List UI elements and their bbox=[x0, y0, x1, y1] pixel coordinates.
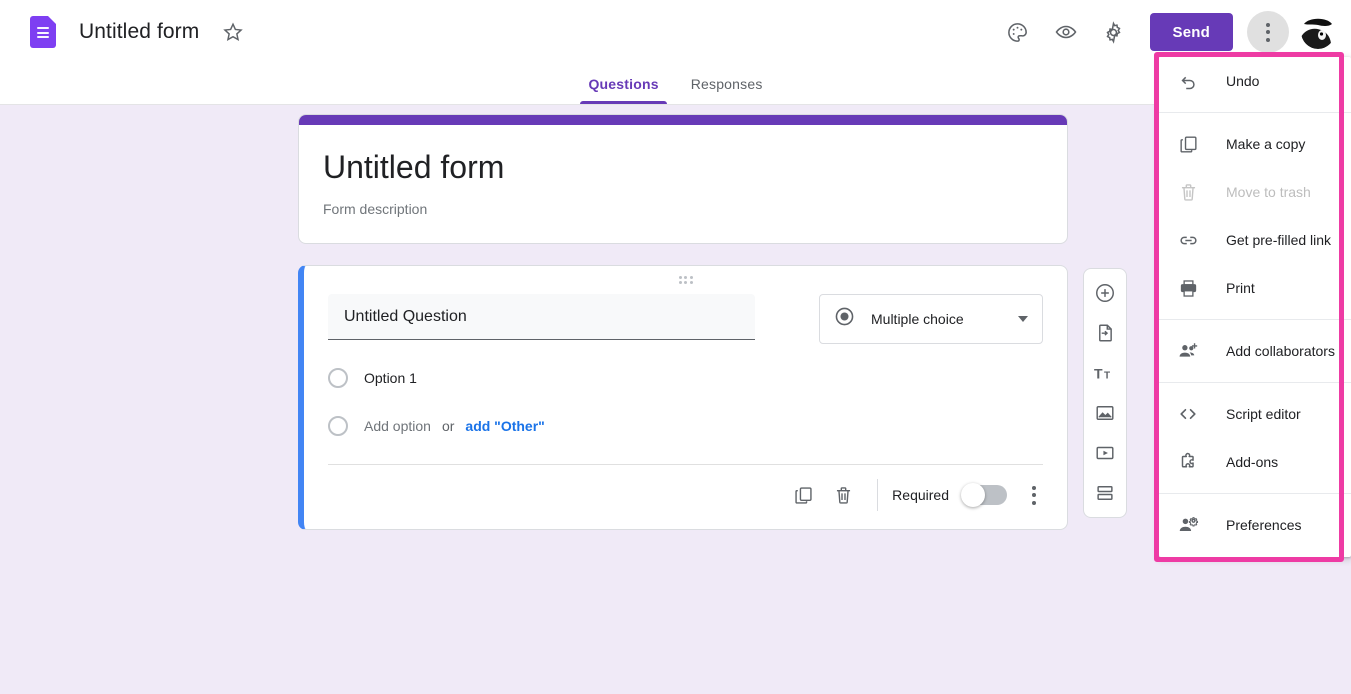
svg-text:T: T bbox=[1104, 371, 1110, 382]
menu-item-label: Add-ons bbox=[1226, 454, 1279, 470]
question-options: Option 1 Add option or add "Other" bbox=[304, 344, 1067, 450]
radio-outline-icon bbox=[328, 368, 348, 388]
menu-item-label: Get pre-filled link bbox=[1226, 232, 1332, 248]
add-option-label[interactable]: Add option bbox=[364, 418, 431, 434]
add-item-toolbar: T T bbox=[1083, 268, 1127, 518]
puzzle-piece-icon bbox=[1177, 451, 1199, 473]
question-type-label: Multiple choice bbox=[871, 311, 964, 327]
option-label[interactable]: Option 1 bbox=[364, 370, 417, 386]
required-label: Required bbox=[892, 487, 949, 503]
question-type-select[interactable]: Multiple choice bbox=[819, 294, 1043, 344]
code-brackets-icon bbox=[1177, 403, 1199, 425]
required-toggle[interactable] bbox=[961, 483, 1007, 507]
tab-questions[interactable]: Questions bbox=[572, 76, 674, 104]
tab-responses[interactable]: Responses bbox=[675, 76, 779, 104]
menu-item-preferences[interactable]: Preferences bbox=[1159, 501, 1351, 549]
radio-outline-icon bbox=[328, 416, 348, 436]
menu-item-print[interactable]: Print bbox=[1159, 264, 1351, 312]
add-question-icon[interactable] bbox=[1089, 277, 1121, 309]
question-overflow-menu-button[interactable] bbox=[1019, 485, 1049, 505]
add-option-row[interactable]: Add option or add "Other" bbox=[328, 402, 1043, 450]
chevron-down-icon bbox=[1018, 316, 1028, 322]
question-title-input[interactable]: Untitled Question bbox=[328, 294, 755, 340]
form-header-card: Untitled form Form description bbox=[298, 114, 1068, 244]
radio-selected-icon bbox=[834, 306, 855, 332]
or-separator-label: or bbox=[441, 418, 455, 434]
trash-icon bbox=[1177, 181, 1199, 203]
more-options-button[interactable] bbox=[1247, 11, 1289, 53]
question-title-wrap: Untitled Question bbox=[328, 294, 755, 340]
app-header: Untitled form Send bbox=[0, 0, 1351, 64]
menu-item-label: Undo bbox=[1226, 73, 1260, 89]
page-title[interactable]: Untitled form bbox=[79, 20, 199, 44]
trash-icon[interactable] bbox=[823, 475, 863, 515]
menu-item-make-a-copy[interactable]: Make a copy bbox=[1159, 120, 1351, 168]
star-outline-icon[interactable] bbox=[221, 20, 245, 44]
avatar[interactable] bbox=[1301, 15, 1335, 49]
undo-icon bbox=[1177, 70, 1199, 92]
drag-handle-icon[interactable] bbox=[304, 266, 1067, 288]
menu-item-label: Add collaborators bbox=[1226, 343, 1335, 359]
menu-item-move-to-trash[interactable]: Move to trash bbox=[1159, 168, 1351, 216]
menu-item-get-pre-filled-link[interactable]: Get pre-filled link bbox=[1159, 216, 1351, 264]
more-options-menu: Undo Make a copy Move to trash Get pre-f… bbox=[1159, 57, 1351, 557]
copy-icon bbox=[1177, 133, 1199, 155]
eye-icon[interactable] bbox=[1046, 12, 1086, 52]
menu-divider bbox=[1159, 112, 1351, 113]
menu-item-label: Make a copy bbox=[1226, 136, 1306, 152]
question-footer: Required bbox=[304, 465, 1067, 529]
menu-item-label: Preferences bbox=[1226, 517, 1302, 533]
send-button[interactable]: Send bbox=[1149, 13, 1233, 51]
form-description-field[interactable]: Form description bbox=[323, 201, 1043, 217]
menu-item-label: Move to trash bbox=[1226, 184, 1311, 200]
menu-item-add-ons[interactable]: Add-ons bbox=[1159, 438, 1351, 486]
add-title-description-icon[interactable]: T T bbox=[1089, 357, 1121, 389]
google-forms-editor: Untitled form Send Questions Responses U… bbox=[0, 0, 1351, 694]
link-icon bbox=[1177, 229, 1199, 251]
palette-icon[interactable] bbox=[998, 12, 1038, 52]
question-card[interactable]: Untitled Question Multiple choice Option… bbox=[298, 265, 1068, 530]
google-forms-logo-icon bbox=[30, 16, 56, 48]
form-canvas: Untitled form Form description Untitled … bbox=[0, 105, 1351, 694]
menu-item-label: Script editor bbox=[1226, 406, 1301, 422]
option-row[interactable]: Option 1 bbox=[328, 354, 1043, 402]
add-other-link[interactable]: add "Other" bbox=[465, 418, 544, 434]
menu-item-script-editor[interactable]: Script editor bbox=[1159, 390, 1351, 438]
menu-divider bbox=[1159, 319, 1351, 320]
menu-divider bbox=[1159, 382, 1351, 383]
menu-item-undo[interactable]: Undo bbox=[1159, 57, 1351, 105]
editor-tabs: Questions Responses bbox=[0, 64, 1351, 105]
toggle-knob bbox=[961, 483, 985, 507]
svg-text:T: T bbox=[1094, 366, 1103, 382]
form-accent-bar bbox=[299, 115, 1067, 125]
add-section-icon[interactable] bbox=[1089, 477, 1121, 509]
add-image-icon[interactable] bbox=[1089, 397, 1121, 429]
add-people-icon bbox=[1177, 340, 1199, 362]
footer-divider bbox=[877, 479, 879, 511]
duplicate-icon[interactable] bbox=[783, 475, 823, 515]
add-video-icon[interactable] bbox=[1089, 437, 1121, 469]
printer-icon bbox=[1177, 277, 1199, 299]
form-title-field[interactable]: Untitled form bbox=[323, 147, 1043, 187]
import-questions-icon[interactable] bbox=[1089, 317, 1121, 349]
gear-icon[interactable] bbox=[1094, 12, 1134, 52]
person-gear-icon bbox=[1177, 514, 1199, 536]
question-top-row: Untitled Question Multiple choice bbox=[304, 288, 1067, 344]
menu-item-add-collaborators[interactable]: Add collaborators bbox=[1159, 327, 1351, 375]
menu-divider bbox=[1159, 493, 1351, 494]
menu-item-label: Print bbox=[1226, 280, 1255, 296]
